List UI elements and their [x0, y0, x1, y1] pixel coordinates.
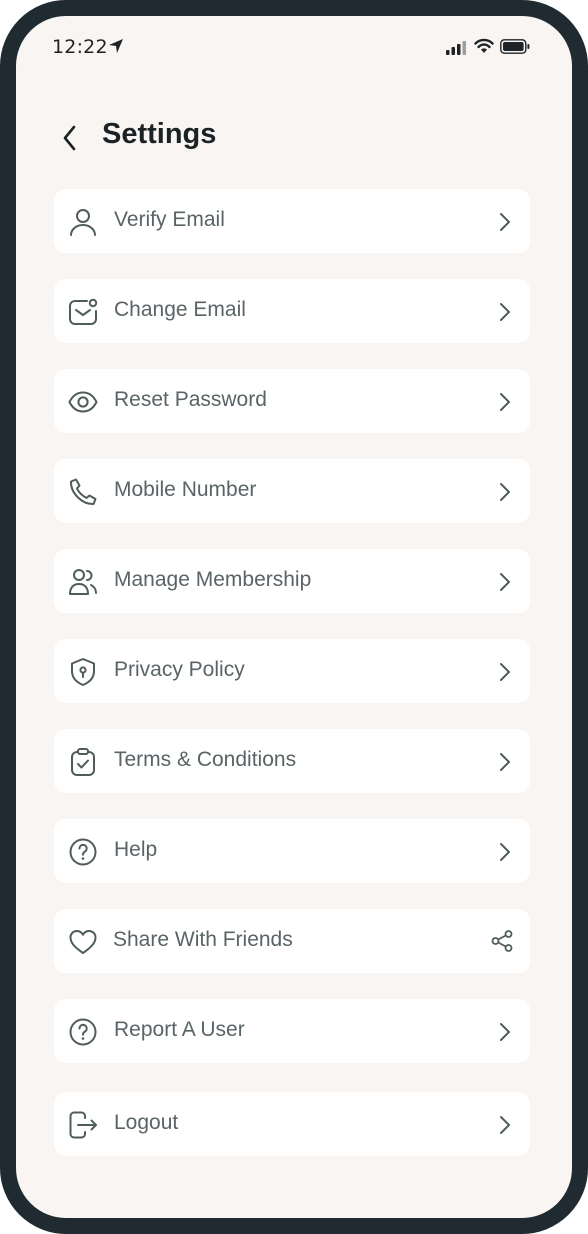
cellular-signal-icon [446, 41, 466, 55]
chevron-right-icon [500, 213, 510, 231]
chevron-right-icon [500, 303, 510, 321]
settings-item-share-with-friends[interactable]: Share With Friends [54, 909, 530, 973]
settings-item-reset-password[interactable]: Reset Password [54, 369, 530, 433]
settings-item-label: Logout [114, 1111, 179, 1134]
settings-item-label: Verify Email [114, 208, 225, 231]
wifi-icon [474, 38, 494, 53]
phone-icon [69, 478, 97, 506]
chevron-right-icon [500, 753, 510, 771]
settings-item-terms-conditions[interactable]: Terms & Conditions [54, 729, 530, 793]
settings-item-logout[interactable]: Logout [54, 1092, 530, 1156]
settings-item-label: Mobile Number [114, 478, 257, 501]
settings-item-help[interactable]: Help [54, 819, 530, 883]
status-time: 12:22 [52, 36, 108, 58]
settings-item-label: Manage Membership [114, 568, 312, 591]
heart-icon [69, 930, 97, 954]
logout-icon [69, 1111, 97, 1139]
settings-item-label: Help [114, 838, 158, 861]
clipboard-check-icon [71, 748, 95, 776]
page-title: Settings [102, 118, 217, 150]
back-chevron-icon[interactable] [60, 124, 80, 152]
status-bar: 12:22 [16, 16, 572, 80]
user-icon [70, 209, 96, 236]
question-circle-icon [69, 838, 97, 866]
mail-notification-icon [69, 298, 98, 325]
chevron-right-icon [500, 393, 510, 411]
settings-item-label: Terms & Conditions [114, 748, 297, 771]
chevron-right-icon [500, 843, 510, 861]
settings-item-label: Privacy Policy [114, 658, 245, 681]
settings-item-report-a-user[interactable]: Report A User [54, 999, 530, 1063]
header: Settings [16, 112, 572, 168]
eye-icon [68, 391, 98, 413]
question-circle-icon [69, 1018, 97, 1046]
battery-icon [500, 39, 530, 54]
phone-frame: 12:22 Settings Verify Email Change Email… [0, 0, 588, 1234]
settings-item-label: Report A User [114, 1018, 245, 1041]
chevron-right-icon [500, 663, 510, 681]
settings-item-label: Reset Password [114, 388, 267, 411]
settings-item-privacy-policy[interactable]: Privacy Policy [54, 639, 530, 703]
settings-item-change-email[interactable]: Change Email [54, 279, 530, 343]
chevron-right-icon [500, 573, 510, 591]
chevron-right-icon [500, 483, 510, 501]
settings-item-label: Change Email [114, 298, 246, 321]
settings-item-manage-membership[interactable]: Manage Membership [54, 549, 530, 613]
settings-item-verify-email[interactable]: Verify Email [54, 189, 530, 253]
users-icon [69, 569, 97, 595]
chevron-right-icon [500, 1116, 510, 1134]
chevron-right-icon [500, 1023, 510, 1041]
shield-icon [71, 658, 95, 686]
settings-item-mobile-number[interactable]: Mobile Number [54, 459, 530, 523]
share-icon [491, 930, 513, 952]
location-arrow-icon [109, 39, 123, 53]
settings-item-label: Share With Friends [113, 928, 293, 951]
